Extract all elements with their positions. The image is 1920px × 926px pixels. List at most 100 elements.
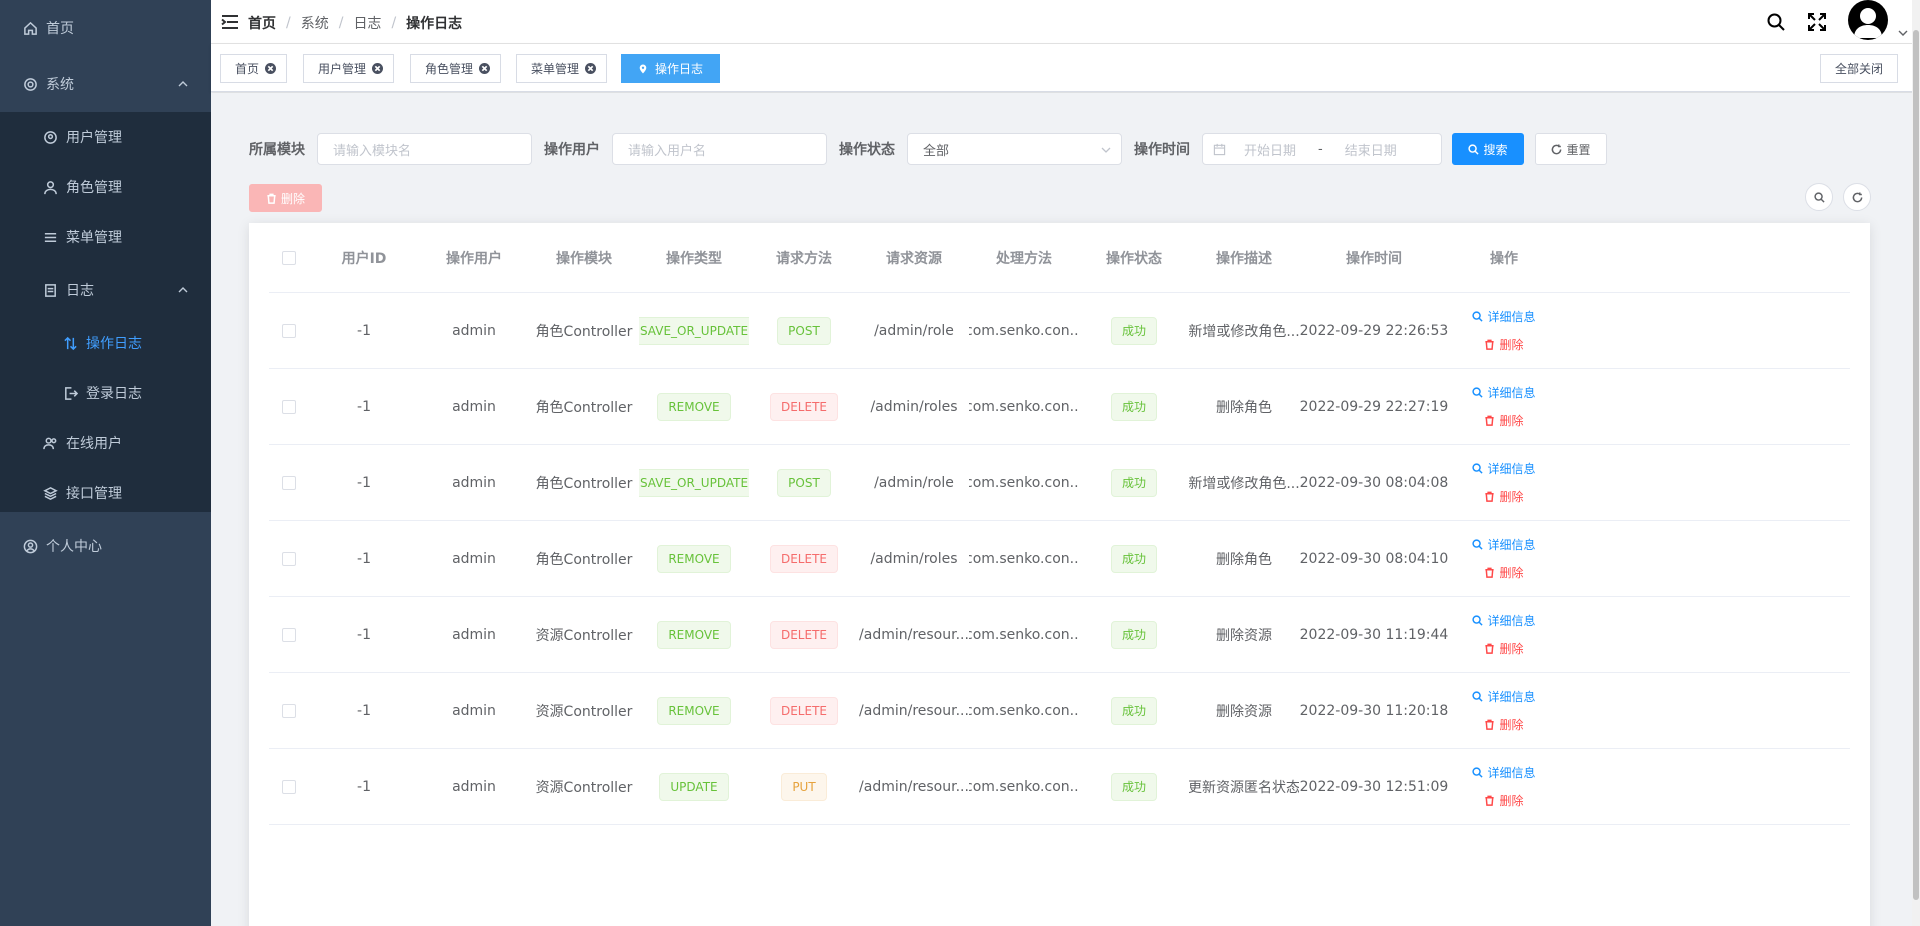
tag-home[interactable]: 首页	[220, 54, 288, 83]
cell-method: DELETE	[749, 673, 859, 748]
row-select-cell	[269, 521, 309, 596]
row-delete-button[interactable]: 删除	[1484, 566, 1524, 580]
cell-status: 成功	[1079, 293, 1189, 368]
status-select[interactable]: 全部	[907, 133, 1122, 165]
trash-icon	[267, 193, 276, 204]
close-icon[interactable]	[265, 63, 277, 74]
cell-handler: com.senko.con...	[969, 474, 1079, 491]
hamburger-icon[interactable]	[220, 12, 240, 32]
user-input[interactable]: 请输入用户名	[612, 133, 827, 165]
cell-time: 2022-09-30 08:04:08	[1299, 474, 1449, 491]
row-delete-button[interactable]: 删除	[1484, 794, 1524, 808]
column-header: 操作类型	[666, 250, 722, 267]
toggle-search-button[interactable]	[1805, 183, 1833, 211]
row-select-cell	[269, 293, 309, 368]
cell-time: 2022-09-30 11:20:18	[1299, 702, 1449, 719]
start-date-input[interactable]: 开始日期	[1244, 140, 1296, 159]
detail-button[interactable]: 详细信息	[1472, 538, 1536, 552]
search-icon	[1813, 191, 1825, 203]
detail-button[interactable]: 详细信息	[1472, 766, 1536, 780]
refresh-table-button[interactable]	[1843, 183, 1871, 211]
cell-id: -1	[357, 322, 371, 339]
row-checkbox[interactable]	[282, 551, 296, 566]
row-delete-button[interactable]: 删除	[1484, 718, 1524, 732]
status-tag: 成功	[1110, 772, 1157, 801]
cell-desc: 新增或修改角色...	[1189, 475, 1299, 492]
page-scrollbar[interactable]	[1912, 0, 1920, 926]
row-checkbox[interactable]	[282, 627, 296, 642]
sidebar-item-login-log[interactable]: 登录日志	[0, 368, 211, 418]
sidebar-item-online-users[interactable]: 在线用户	[0, 418, 211, 468]
search-icon	[1472, 691, 1484, 702]
tag-operation-log[interactable]: 操作日志	[621, 54, 721, 83]
close-icon[interactable]	[479, 63, 491, 74]
cell-status: 成功	[1079, 445, 1189, 520]
end-date-input[interactable]: 结束日期	[1345, 140, 1397, 159]
row-checkbox[interactable]	[282, 475, 296, 490]
trash-icon	[1485, 567, 1495, 578]
tag-user-management[interactable]: 用户管理	[303, 54, 395, 83]
detail-button[interactable]: 详细信息	[1472, 462, 1536, 476]
close-all-button[interactable]: 全部关闭	[1819, 54, 1898, 83]
table-card: 用户ID 操作用户 操作模块 操作类型 请求方法 请求资源 处理方法 操作状态 操作描述 操作时间…	[249, 223, 1870, 926]
breadcrumb-home[interactable]: 首页	[248, 13, 276, 33]
tag-label: 菜单管理	[531, 62, 580, 76]
cell-status: 成功	[1079, 749, 1189, 824]
top-navbar: 首页 / 系统 / 日志 / 操作日志	[211, 0, 1920, 44]
detail-button-label: 详细信息	[1487, 690, 1536, 704]
row-checkbox[interactable]	[282, 399, 296, 414]
sidebar-item-roles[interactable]: 角色管理	[0, 162, 211, 212]
row-checkbox[interactable]	[282, 703, 296, 718]
row-checkbox[interactable]	[282, 779, 296, 794]
breadcrumb-system: 系统	[300, 16, 329, 32]
caret-down-icon[interactable]	[1898, 28, 1908, 38]
sort-icon	[62, 335, 78, 351]
module-input[interactable]: 请输入模块名	[317, 133, 532, 165]
tag-role-management[interactable]: 角色管理	[410, 54, 502, 83]
reset-button[interactable]: 重置	[1535, 133, 1607, 165]
sidebar-item-users[interactable]: 用户管理	[0, 112, 211, 162]
user-label: 操作用户	[544, 142, 600, 158]
row-delete-button[interactable]: 删除	[1484, 338, 1524, 352]
search-icon[interactable]	[1766, 12, 1786, 32]
cell-id: -1	[357, 702, 371, 719]
sidebar-item-operation-log[interactable]: 操作日志	[0, 318, 211, 368]
detail-button[interactable]: 详细信息	[1472, 386, 1536, 400]
row-checkbox[interactable]	[282, 323, 296, 338]
operation-type-tag: SAVE_OR_UPDATE	[639, 316, 749, 345]
avatar[interactable]	[1848, 0, 1888, 40]
select-all-checkbox[interactable]	[282, 250, 296, 265]
detail-button-label: 详细信息	[1487, 538, 1536, 552]
sidebar-item-profile[interactable]: 个人中心	[0, 521, 211, 571]
chevron-down-icon	[1101, 147, 1111, 153]
batch-delete-button[interactable]: 删除	[249, 184, 322, 212]
row-delete-button[interactable]: 删除	[1484, 414, 1524, 428]
status-tag: 成功	[1110, 620, 1157, 649]
sidebar-item-logs[interactable]: 日志	[0, 265, 211, 315]
detail-button[interactable]: 详细信息	[1472, 690, 1536, 704]
row-select-cell	[269, 445, 309, 520]
sidebar-item-home[interactable]: 首页	[0, 3, 211, 53]
date-range-picker[interactable]: 开始日期 - 结束日期	[1202, 133, 1442, 165]
row-delete-button[interactable]: 删除	[1484, 490, 1524, 504]
sidebar-item-system[interactable]: 系统	[0, 59, 211, 109]
row-delete-button[interactable]: 删除	[1484, 642, 1524, 656]
search-button[interactable]: 搜索	[1452, 133, 1524, 165]
cell-type: SAVE_OR_UPDATE	[639, 293, 749, 368]
close-icon[interactable]	[585, 63, 597, 74]
detail-button[interactable]: 详细信息	[1472, 310, 1536, 324]
cell-actions: 详细信息 删除	[1449, 369, 1559, 444]
close-icon[interactable]	[372, 63, 384, 74]
cell-module: 角色Controller	[535, 551, 633, 568]
table-header: 用户ID 操作用户 操作模块 操作类型 请求方法 请求资源 处理方法 操作状态 操作描述 操作时间…	[269, 223, 1850, 293]
fullscreen-icon[interactable]	[1807, 12, 1827, 32]
row-delete-label: 删除	[1499, 642, 1524, 656]
sidebar-item-api[interactable]: 接口管理	[0, 468, 211, 518]
column-header: 请求资源	[886, 250, 942, 267]
request-method-tag: POST	[777, 468, 831, 497]
tag-menu-management[interactable]: 菜单管理	[516, 54, 608, 83]
detail-button-label: 详细信息	[1487, 310, 1536, 324]
sidebar-item-menus[interactable]: 菜单管理	[0, 212, 211, 262]
detail-button[interactable]: 详细信息	[1472, 614, 1536, 628]
select-all-cell	[269, 223, 309, 292]
